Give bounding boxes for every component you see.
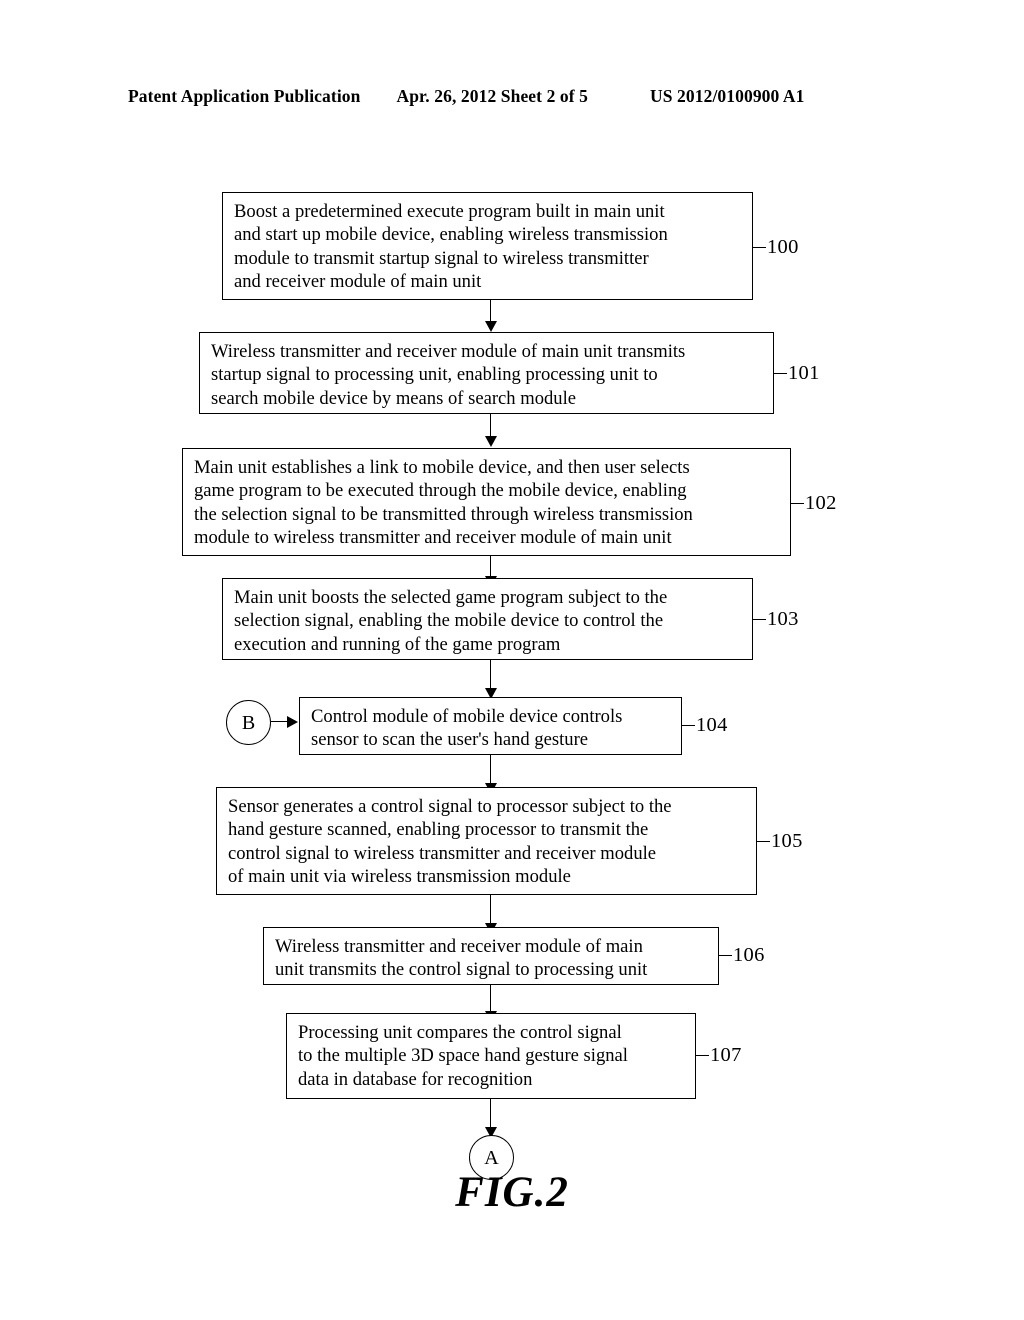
flow-box-107: Processing unit compares the control sig… [286, 1013, 696, 1099]
connector-line [490, 660, 491, 689]
ref-numeral-102: 102 [805, 491, 837, 514]
flow-box-104: Control module of mobile device controls… [299, 697, 682, 755]
ref-numeral-105: 105 [771, 829, 803, 852]
connector-node-a-label: A [484, 1146, 499, 1169]
flow-box-101-text: Wireless transmitter and receiver module… [211, 341, 686, 409]
flow-box-106: Wireless transmitter and receiver module… [263, 927, 719, 985]
arrowhead-down-icon [484, 321, 497, 332]
leader-dash-icon [774, 372, 787, 374]
ref-leader-101: 101 [774, 362, 820, 384]
connector-line [490, 1099, 491, 1128]
connector-b-to-104 [271, 715, 299, 729]
ref-numeral-100: 100 [767, 235, 799, 258]
flow-box-106-text: Wireless transmitter and receiver module… [275, 936, 648, 981]
leader-dash-icon [791, 502, 804, 504]
ref-leader-107: 107 [696, 1044, 742, 1066]
ref-leader-106: 106 [719, 944, 765, 966]
connector-107-to-a [484, 1099, 498, 1139]
flow-box-105-text: Sensor generates a control signal to pro… [228, 796, 672, 887]
flow-box-101: Wireless transmitter and receiver module… [199, 332, 774, 414]
flow-box-105: Sensor generates a control signal to pro… [216, 787, 757, 895]
connector-101-to-102 [484, 414, 498, 448]
flowchart-figure: Boost a predetermined execute program bu… [0, 0, 1024, 1320]
leader-dash-icon [719, 954, 732, 956]
ref-leader-104: 104 [682, 714, 728, 736]
leader-dash-icon [757, 840, 770, 842]
connector-100-to-101 [484, 300, 498, 332]
ref-leader-103: 103 [753, 608, 799, 630]
leader-dash-icon [696, 1054, 709, 1056]
connector-line [490, 556, 491, 577]
arrowhead-right-icon [287, 715, 298, 728]
figure-caption: FIG.2 [455, 1169, 569, 1216]
ref-numeral-103: 103 [767, 607, 799, 630]
connector-line [490, 985, 491, 1012]
flow-box-100-text: Boost a predetermined execute program bu… [234, 201, 668, 292]
leader-dash-icon [753, 246, 766, 248]
connector-node-b: B [226, 700, 271, 745]
ref-leader-105: 105 [757, 830, 803, 852]
flow-box-107-text: Processing unit compares the control sig… [298, 1022, 628, 1090]
connector-line [490, 300, 491, 322]
ref-numeral-101: 101 [788, 361, 820, 384]
leader-dash-icon [682, 724, 695, 726]
connector-line [490, 414, 491, 437]
flow-box-100: Boost a predetermined execute program bu… [222, 192, 753, 300]
connector-line [490, 895, 491, 924]
ref-leader-102: 102 [791, 492, 837, 514]
ref-leader-100: 100 [753, 236, 799, 258]
ref-numeral-106: 106 [733, 943, 765, 966]
flow-box-103-text: Main unit boosts the selected game progr… [234, 587, 668, 655]
connector-103-to-104 [484, 660, 498, 700]
arrowhead-down-icon [484, 436, 497, 447]
connector-line [490, 755, 491, 784]
ref-numeral-104: 104 [696, 713, 728, 736]
flow-box-103: Main unit boosts the selected game progr… [222, 578, 753, 660]
leader-dash-icon [753, 618, 766, 620]
flow-box-102-text: Main unit establishes a link to mobile d… [194, 457, 693, 548]
flow-box-104-text: Control module of mobile device controls… [311, 706, 623, 751]
ref-numeral-107: 107 [710, 1043, 742, 1066]
connector-node-b-label: B [241, 711, 256, 734]
flow-box-102: Main unit establishes a link to mobile d… [182, 448, 791, 556]
